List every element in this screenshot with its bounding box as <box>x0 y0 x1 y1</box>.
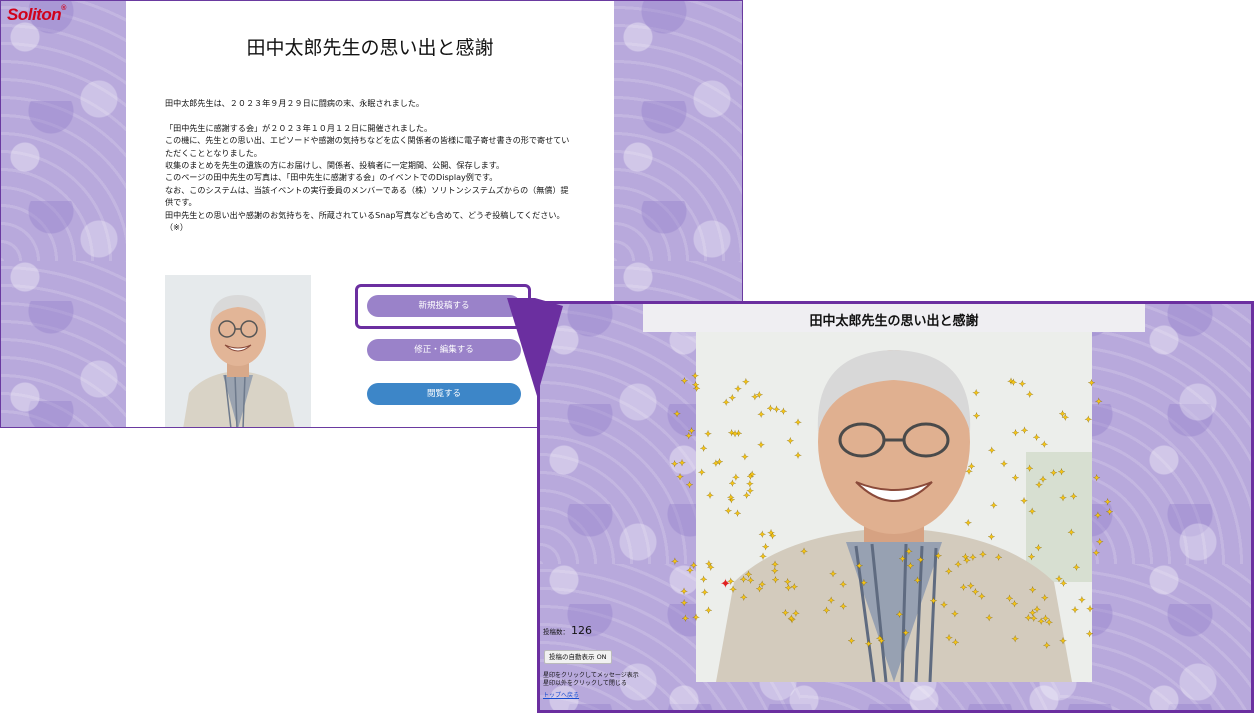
callout-arrow <box>507 298 563 396</box>
help-text-close: 星印以外をクリックして閉じる <box>543 680 627 687</box>
edit-post-button[interactable]: 修正・編集する <box>367 339 521 361</box>
intro-line: 田中先生との思い出や感謝のお気持ちを、所蔵されているSnap写真なども含めて、ど… <box>165 209 565 220</box>
intro-line: このページの田中先生の写真は、「田中先生に感謝する会」のイベントでのDispla… <box>165 172 498 183</box>
message-star-icon[interactable]: ✦ <box>686 481 694 491</box>
display-title: 田中太郎先生の思い出と感謝 <box>809 314 979 329</box>
intro-text: 田中太郎先生は、２０２３年９月２９日に闘病の末、永眠されました。 「田中先生に感… <box>165 97 585 233</box>
intro-line: なお、このシステムは、当該イベントの実行委員のメンバーである（株）ソリトンシステ… <box>165 184 569 195</box>
post-count-value: 126 <box>571 624 592 637</box>
message-star-icon[interactable]: ✦ <box>1092 549 1100 559</box>
message-star-icon[interactable]: ✦ <box>686 566 694 576</box>
message-star-icon[interactable]: ✦ <box>676 473 684 483</box>
message-star-icon[interactable]: ✦ <box>1096 538 1104 548</box>
intro-line: （※） <box>165 222 188 233</box>
message-star-icon[interactable]: ✦ <box>1094 511 1102 521</box>
portrait-illustration-large <box>696 332 1092 682</box>
message-star-icon[interactable]: ✦ <box>671 460 679 470</box>
message-star-icon[interactable]: ✦ <box>673 410 681 420</box>
teacher-display-photo <box>696 332 1092 682</box>
post-count: 投稿数： 126 <box>543 624 592 637</box>
back-to-top-link[interactable]: トップへ戻る <box>543 690 579 699</box>
message-star-icon[interactable]: ✦ <box>680 377 689 387</box>
intro-line: 供です。 <box>165 197 197 208</box>
message-star-icon[interactable]: ✦ <box>1104 498 1112 508</box>
message-star-icon[interactable]: ✦ <box>678 459 686 469</box>
decorative-pattern-left <box>1 1 126 427</box>
intro-line: ただくこととなりました。 <box>165 147 262 158</box>
display-page-window: 田中太郎先生の思い出と感謝 ✦ ✦ ✦ ✦ ✦ ✦ ✦ ✦ ✦ ✦ ✦ ✦ ✦ ✦ ✦ ✦ ✦ ✦ ✦ ✦ ✦ ✦ ✦ ✦ ✦ ✦… <box>537 301 1254 713</box>
teacher-photo <box>165 275 311 427</box>
auto-display-toggle-button[interactable]: 投稿の自動表示 ON <box>544 650 612 664</box>
intro-line: この機に、先生との思い出、エピソードや感謝の気持ちなどを広く関係者の皆様に電子寄… <box>165 135 570 146</box>
portrait-illustration <box>165 275 311 427</box>
view-posts-button[interactable]: 閲覧する <box>367 383 521 405</box>
message-star-icon[interactable]: ✦ <box>1093 474 1101 484</box>
message-star-icon[interactable]: ✦ <box>681 615 690 625</box>
top-bar <box>126 1 614 27</box>
message-star-icon[interactable]: ✦ <box>1095 398 1103 408</box>
intro-line: 「田中先生に感謝する会」が２０２３年１０月１２日に開催されました。 <box>165 122 433 133</box>
message-star-icon[interactable]: ✦ <box>1106 508 1114 518</box>
intro-line: 収集のまとめを先生の遺族の方にお届けし、関係者、投稿者に一定期間、公開、保存しま… <box>165 160 505 171</box>
message-star-icon[interactable]: ✦ <box>671 557 679 567</box>
page-title: 田中太郎先生の思い出と感謝 <box>246 37 494 59</box>
display-title-bar: 田中太郎先生の思い出と感謝 <box>643 304 1145 332</box>
message-star-icon[interactable]: ✦ <box>688 427 696 437</box>
message-star-icon[interactable]: ✦ <box>680 587 688 597</box>
intro-line: 田中太郎先生は、２０２３年９月２９日に闘病の末、永眠されました。 <box>165 98 425 108</box>
soliton-logo: Soliton® <box>7 5 66 24</box>
message-star-icon[interactable]: ✦ <box>685 432 693 442</box>
message-star-icon[interactable]: ✦ <box>680 599 688 609</box>
